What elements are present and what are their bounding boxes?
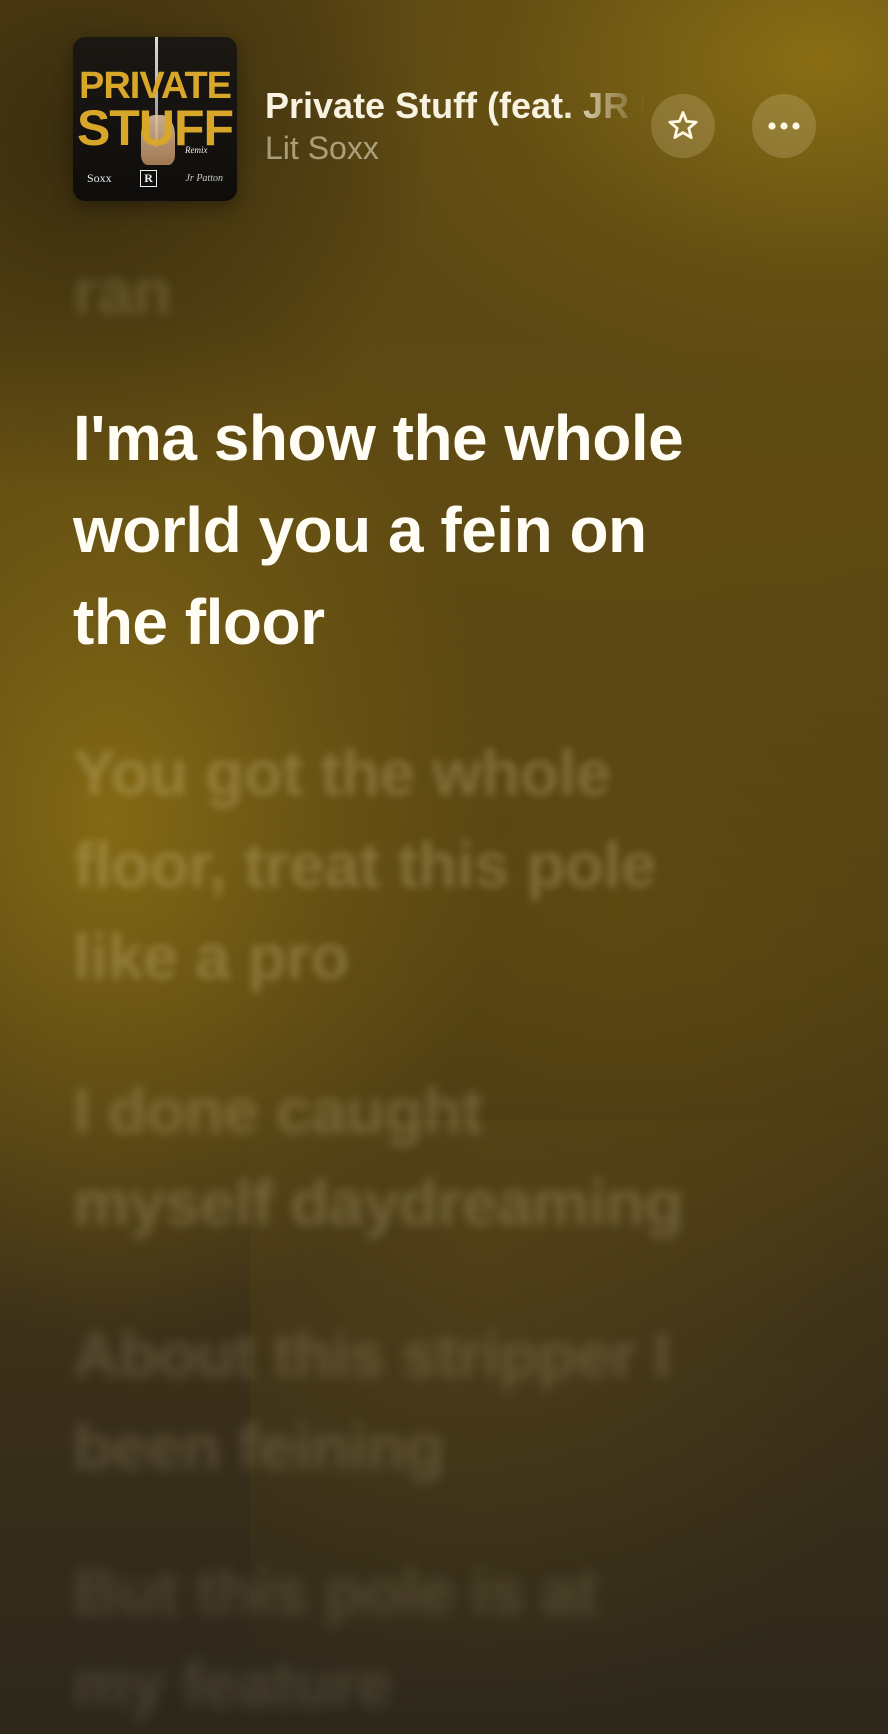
album-artwork[interactable]: PRIVATE STUFF Remix Soxx R Jr Patton [73, 37, 237, 201]
lyric-line-upcoming[interactable]: You got the whole floor, treat this pole… [73, 727, 853, 1003]
artwork-subtitle: Remix [185, 145, 208, 155]
song-artist[interactable]: Lit Soxx [265, 128, 379, 168]
lyric-line-previous[interactable]: ran [73, 246, 853, 338]
lyric-line-upcoming[interactable]: About this stripper I been feining [73, 1309, 853, 1493]
star-icon [668, 111, 698, 139]
song-title[interactable]: Private Stuff (feat. JR Patton) [265, 84, 645, 128]
artwork-title-line-2: STUFF [76, 100, 234, 156]
lyric-line-upcoming[interactable]: I done caught myself daydreaming [73, 1065, 853, 1249]
more-options-button[interactable] [752, 94, 816, 158]
artwork-left-credit: Soxx [87, 171, 112, 185]
now-playing-header: PRIVATE STUFF Remix Soxx R Jr Patton Pri… [0, 0, 888, 210]
artwork-footer: Soxx R Jr Patton [73, 170, 237, 187]
artwork-rating-mark: R [140, 170, 157, 187]
lyric-line-current[interactable]: I'ma show the whole world you a fein on … [73, 392, 853, 668]
ellipsis-icon [768, 122, 800, 130]
lyric-line-upcoming[interactable]: But this pole is at my feature [73, 1546, 853, 1730]
artwork-right-credit: Jr Patton [185, 173, 223, 184]
favorite-button[interactable] [651, 94, 715, 158]
